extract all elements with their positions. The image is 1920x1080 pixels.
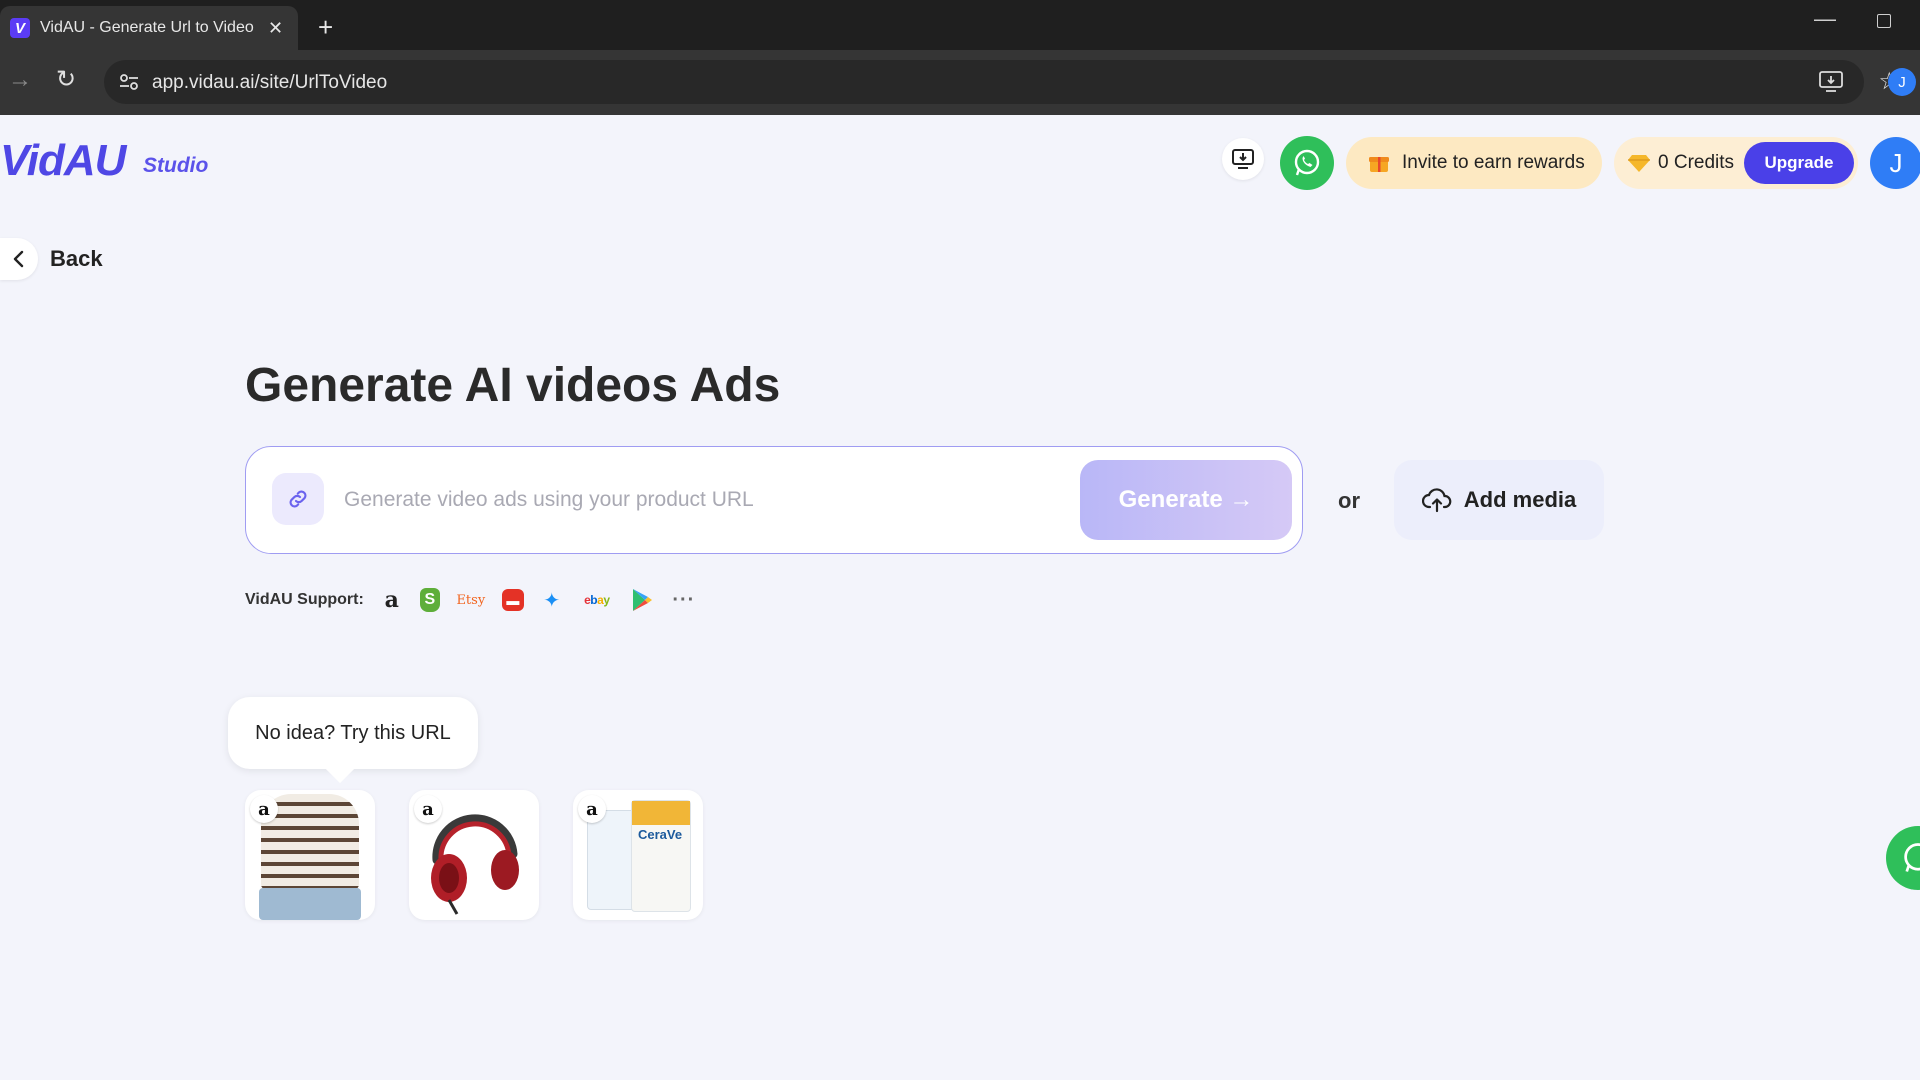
- shopify-icon[interactable]: S: [419, 588, 440, 612]
- address-bar[interactable]: app.vidau.ai/site/UrlToVideo ☆: [104, 60, 1900, 104]
- sunscreen-tube-image: CeraVe: [631, 800, 691, 912]
- idea-tooltip: No idea? Try this URL: [228, 697, 478, 769]
- browser-toolbar: → ↻ app.vidau.ai/site/UrlToVideo ☆ J: [0, 50, 1920, 115]
- vidau-favicon-icon: V: [10, 18, 30, 38]
- supported-platforms: VidAU Support: a S Etsy ▬ ✦ ebay ···: [245, 586, 712, 614]
- browser-tabbar: V VidAU - Generate Url to Video ✕ + —: [0, 0, 1920, 50]
- google-play-icon[interactable]: [628, 586, 656, 614]
- jeans-image: [259, 888, 361, 920]
- amazon-icon[interactable]: a: [378, 586, 406, 614]
- etsy-icon[interactable]: Etsy: [454, 586, 488, 614]
- cerave-label: CeraVe: [638, 827, 683, 842]
- add-media-button[interactable]: Add media: [1394, 460, 1604, 540]
- product-url-input[interactable]: [344, 477, 984, 523]
- amazon-badge-icon: a: [578, 795, 606, 823]
- invite-rewards-button[interactable]: Invite to earn rewards: [1346, 137, 1602, 189]
- back-label: Back: [50, 246, 103, 271]
- whatsapp-button[interactable]: [1280, 136, 1334, 190]
- generate-button[interactable]: Generate →: [1080, 460, 1292, 540]
- add-media-label: Add media: [1463, 487, 1577, 512]
- download-icon: [1232, 149, 1254, 169]
- tab-title: VidAU - Generate Url to Video: [40, 19, 254, 36]
- cloud-upload-icon: [1421, 488, 1452, 513]
- page-title: Generate AI videos Ads: [245, 359, 781, 412]
- new-tab-icon[interactable]: +: [318, 12, 333, 43]
- whatsapp-icon: [1294, 149, 1320, 176]
- window-restore-icon[interactable]: [1877, 14, 1891, 28]
- amazon-badge-icon: a: [250, 795, 278, 823]
- user-avatar[interactable]: J: [1870, 137, 1920, 189]
- app-store-icon[interactable]: ✦: [538, 586, 566, 614]
- amazon-badge-icon: a: [414, 795, 442, 823]
- diamond-icon: [1628, 155, 1650, 172]
- chevron-left-icon: [13, 250, 24, 268]
- reload-icon[interactable]: ↻: [56, 65, 76, 94]
- sample-cerave[interactable]: a CeraVe: [573, 790, 703, 920]
- whatsapp-icon: [1904, 843, 1920, 872]
- studio-label: Studio: [143, 154, 209, 177]
- sample-sweater[interactable]: a: [245, 790, 375, 920]
- upgrade-button[interactable]: Upgrade: [1744, 142, 1854, 184]
- tune-icon[interactable]: [118, 71, 140, 93]
- gift-icon: [1369, 157, 1389, 172]
- install-icon[interactable]: [1818, 70, 1844, 94]
- ebay-icon[interactable]: ebay: [580, 586, 614, 614]
- link-icon: [289, 490, 307, 508]
- invite-label: Invite to earn rewards: [1402, 152, 1585, 173]
- window-minimize-icon[interactable]: —: [1814, 6, 1836, 32]
- back-button[interactable]: Back: [0, 238, 103, 280]
- more-icon[interactable]: ···: [670, 586, 698, 614]
- tab-close-icon[interactable]: ✕: [268, 18, 283, 39]
- idea-text: No idea? Try this URL: [255, 721, 451, 744]
- aliexpress-icon[interactable]: ▬: [501, 589, 524, 611]
- sample-urls: a a a CeraVe: [245, 790, 737, 920]
- browser-tab-active[interactable]: V VidAU - Generate Url to Video ✕: [0, 6, 298, 50]
- sample-headset[interactable]: a: [409, 790, 539, 920]
- support-label: VidAU Support:: [245, 591, 364, 608]
- vidau-logo[interactable]: VidAU: [0, 136, 126, 186]
- or-label: or: [1338, 488, 1360, 513]
- back-circle: [0, 238, 38, 280]
- browser-profile-avatar[interactable]: J: [1888, 68, 1916, 96]
- download-app-button[interactable]: [1222, 138, 1264, 180]
- credits-label: 0 Credits: [1658, 152, 1735, 173]
- floating-whatsapp-button[interactable]: [1886, 826, 1920, 890]
- url-input-box: Generate →: [245, 446, 1303, 554]
- forward-icon[interactable]: →: [8, 66, 32, 94]
- link-chip: [272, 473, 324, 525]
- address-url: app.vidau.ai/site/UrlToVideo: [152, 72, 388, 93]
